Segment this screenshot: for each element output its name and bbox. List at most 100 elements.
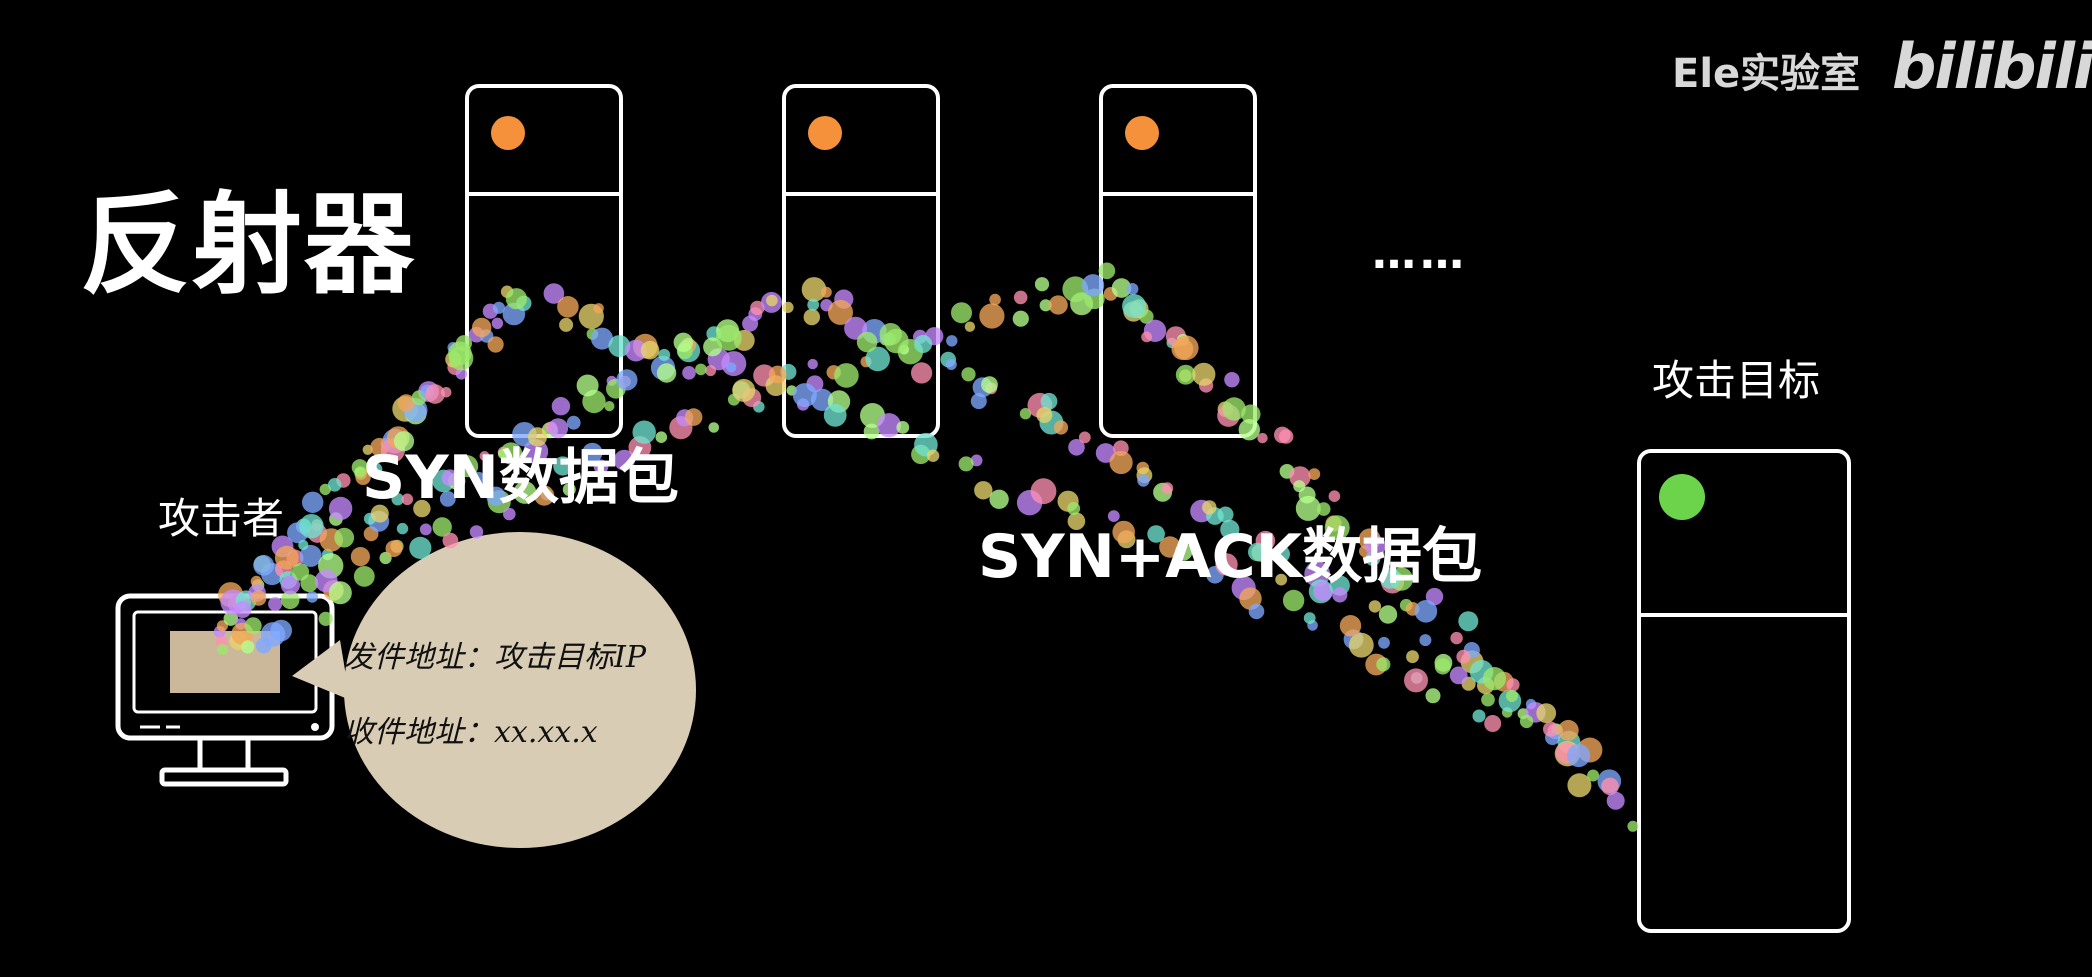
syn-packet-label: SYN数据包 — [362, 443, 679, 513]
packet-particle — [1543, 721, 1559, 737]
packet-particle — [396, 522, 409, 535]
brand-watermark: Ele实验室 — [1672, 51, 1861, 97]
packet-particle — [548, 418, 569, 439]
packet-particle — [884, 328, 909, 354]
packet-particle — [469, 525, 484, 539]
synack-packet-label: SYN+ACK数据包 — [978, 522, 1483, 592]
packet-particle — [656, 363, 677, 383]
packet-particle — [492, 301, 505, 314]
packet-particle — [823, 403, 847, 427]
packet-particle — [270, 619, 293, 642]
packet-particle — [1122, 294, 1147, 319]
packet-particle — [1567, 743, 1591, 768]
packet-particle — [1434, 658, 1451, 675]
packet-particle — [1376, 657, 1391, 672]
packet-particle — [989, 293, 1001, 306]
packet-particle — [250, 590, 267, 606]
packet-particle — [1506, 690, 1518, 702]
packet-particle — [268, 597, 283, 611]
packet-particle — [409, 536, 432, 560]
packet-particle — [1109, 450, 1133, 475]
letter-recipient-address: 收件地址：xx.xx.x — [344, 715, 598, 750]
packet-particle — [1248, 603, 1265, 620]
packet-particle — [658, 348, 671, 361]
packet-particle — [964, 321, 976, 332]
packet-particle — [419, 523, 432, 536]
packet-particle — [1406, 650, 1419, 664]
packet-particle — [491, 317, 504, 329]
packet-particle — [695, 363, 707, 376]
packet-particle — [803, 308, 820, 326]
packet-particle — [1404, 668, 1428, 693]
packet-particle — [350, 547, 370, 567]
packet-particle — [1012, 310, 1029, 327]
packet-particle — [1425, 688, 1441, 704]
packet-particle — [1519, 714, 1534, 729]
packet-particle — [1627, 820, 1639, 832]
packet-particle — [576, 374, 599, 397]
packet-particle — [914, 335, 933, 353]
packet-particle — [1449, 666, 1468, 685]
packet-particle — [318, 611, 333, 626]
packet-particle — [1450, 631, 1463, 645]
packet-particle — [216, 644, 228, 655]
packet-particle — [1126, 283, 1139, 295]
packet-particle — [970, 393, 987, 410]
packet-particle — [708, 422, 720, 433]
packet-particle — [1308, 468, 1321, 480]
packet-particle — [974, 481, 993, 500]
packet-particle — [961, 367, 976, 382]
packet-particle — [640, 340, 660, 360]
packet-particle — [981, 376, 998, 393]
packet-particle — [1067, 502, 1081, 515]
packet-particle — [834, 363, 859, 388]
packet-particle — [1036, 407, 1053, 423]
packet-particle — [684, 408, 703, 426]
packet-particle — [1328, 490, 1341, 503]
packet-particle — [1456, 649, 1471, 664]
packet-particle — [1482, 667, 1506, 691]
packet-particle — [1137, 474, 1150, 487]
packet-particle — [1279, 429, 1294, 444]
packet-particle — [298, 539, 309, 551]
packet-particle — [979, 303, 1005, 329]
packet-particle — [385, 540, 403, 557]
packet-particle — [911, 362, 933, 384]
packet-particle — [896, 421, 910, 434]
packet-particle — [951, 302, 972, 324]
packet-particle — [299, 514, 324, 539]
bilibili-logo: bilibili — [1892, 30, 2092, 103]
packet-particle — [1587, 769, 1600, 782]
packet-particle — [505, 288, 527, 310]
packet-particle — [1472, 709, 1486, 723]
packet-particle — [716, 324, 742, 351]
packet-particle — [1053, 420, 1069, 435]
packet-particle — [807, 358, 818, 370]
packet-particle — [1034, 277, 1050, 292]
packet-particle — [328, 496, 353, 521]
packet-particle — [945, 359, 957, 370]
packet-particle — [1481, 692, 1495, 707]
packet-particle — [1013, 290, 1028, 305]
packet-particle — [673, 332, 693, 352]
packet-particle — [1081, 274, 1105, 297]
diagram-graphics — [115, 262, 1639, 848]
packet-particle — [1282, 589, 1305, 612]
packet-particle — [487, 336, 504, 353]
packet-particle — [989, 489, 1009, 509]
packet-particle — [1161, 482, 1174, 495]
packet-particle — [1378, 636, 1390, 649]
packet-particle — [291, 563, 310, 581]
packet-particle — [1257, 432, 1268, 444]
reflector-title: 反射器 — [80, 181, 416, 309]
packet-particle — [1506, 678, 1520, 692]
packet-particle — [327, 478, 342, 492]
packet-particle — [1141, 331, 1152, 343]
packet-particle — [1078, 431, 1091, 444]
packet-particle — [328, 581, 352, 605]
packet-particle — [820, 286, 832, 298]
packet-particle — [1238, 419, 1261, 441]
packet-particle — [448, 341, 472, 366]
packet-particle — [1303, 612, 1316, 624]
packet-particle — [1348, 632, 1374, 658]
